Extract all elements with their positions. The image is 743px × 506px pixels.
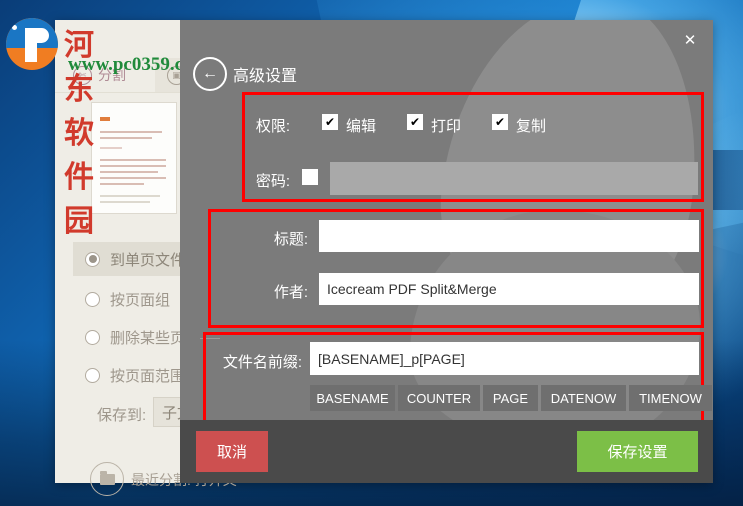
- page-title: 高级设置: [233, 68, 298, 85]
- checkbox-edit-label: 编辑: [346, 118, 377, 135]
- author-input[interactable]: [319, 273, 699, 305]
- permissions-label: 权限:: [255, 118, 290, 135]
- radio-icon: [85, 367, 100, 383]
- password-input[interactable]: [330, 162, 698, 195]
- checkbox-print-label: 打印: [431, 118, 462, 135]
- title-label: 标题:: [273, 231, 308, 248]
- check-glyph: ✔: [324, 115, 336, 129]
- cancel-button[interactable]: 取消: [196, 431, 268, 472]
- tab-split[interactable]: ✄ 分割: [61, 58, 138, 92]
- author-label: 作者:: [273, 284, 308, 301]
- site-logo-icon: [6, 18, 58, 70]
- radio-icon: [85, 329, 100, 345]
- checkbox-password[interactable]: [302, 169, 318, 185]
- dialog-footer: 取消 保存设置: [180, 420, 713, 483]
- check-glyph: ✔: [409, 115, 421, 129]
- folder-icon[interactable]: [90, 462, 124, 496]
- back-arrow-icon[interactable]: ←: [193, 57, 227, 91]
- checkbox-copy-label: 复制: [516, 118, 547, 135]
- radio-icon: [85, 251, 100, 267]
- screen: ✄ 分割 ▣ 合并 河东软件园 D:/tools/s 页面: 16: [0, 0, 743, 506]
- save-settings-button[interactable]: 保存设置: [577, 431, 698, 472]
- token-button-datenow[interactable]: DATENOW: [541, 385, 626, 411]
- close-icon[interactable]: ✕: [679, 29, 701, 51]
- tab-split-label: 分割: [98, 67, 126, 83]
- split-mode-label: 到单页文件: [110, 251, 186, 269]
- title-input[interactable]: [319, 220, 699, 252]
- checkbox-print[interactable]: ✔: [407, 114, 423, 130]
- token-button-counter[interactable]: COUNTER: [398, 385, 480, 411]
- token-button-timenow[interactable]: TIMENOW: [629, 385, 712, 411]
- save-to-label: 保存到:: [97, 407, 147, 424]
- checkbox-copy[interactable]: ✔: [492, 114, 508, 130]
- radio-icon: [85, 291, 100, 307]
- advanced-settings-dialog: ✕ ← 高级设置 权限: ✔ 编辑 ✔ 打印 ✔ 复制 密码: 标题: 作者: …: [180, 20, 713, 483]
- password-label: 密码:: [255, 173, 290, 190]
- document-thumbnail[interactable]: [91, 102, 177, 214]
- split-mode-label: 按页面范围: [110, 367, 186, 385]
- token-button-page[interactable]: PAGE: [483, 385, 538, 411]
- scissors-icon: ✄: [73, 65, 92, 85]
- checkbox-edit[interactable]: ✔: [322, 114, 338, 130]
- check-glyph: ✔: [494, 115, 506, 129]
- file-prefix-input[interactable]: [310, 342, 699, 375]
- split-mode-label: 按页面组: [110, 291, 171, 309]
- file-prefix-label: 文件名前缀:: [222, 354, 302, 371]
- token-button-basename[interactable]: BASENAME: [310, 385, 395, 411]
